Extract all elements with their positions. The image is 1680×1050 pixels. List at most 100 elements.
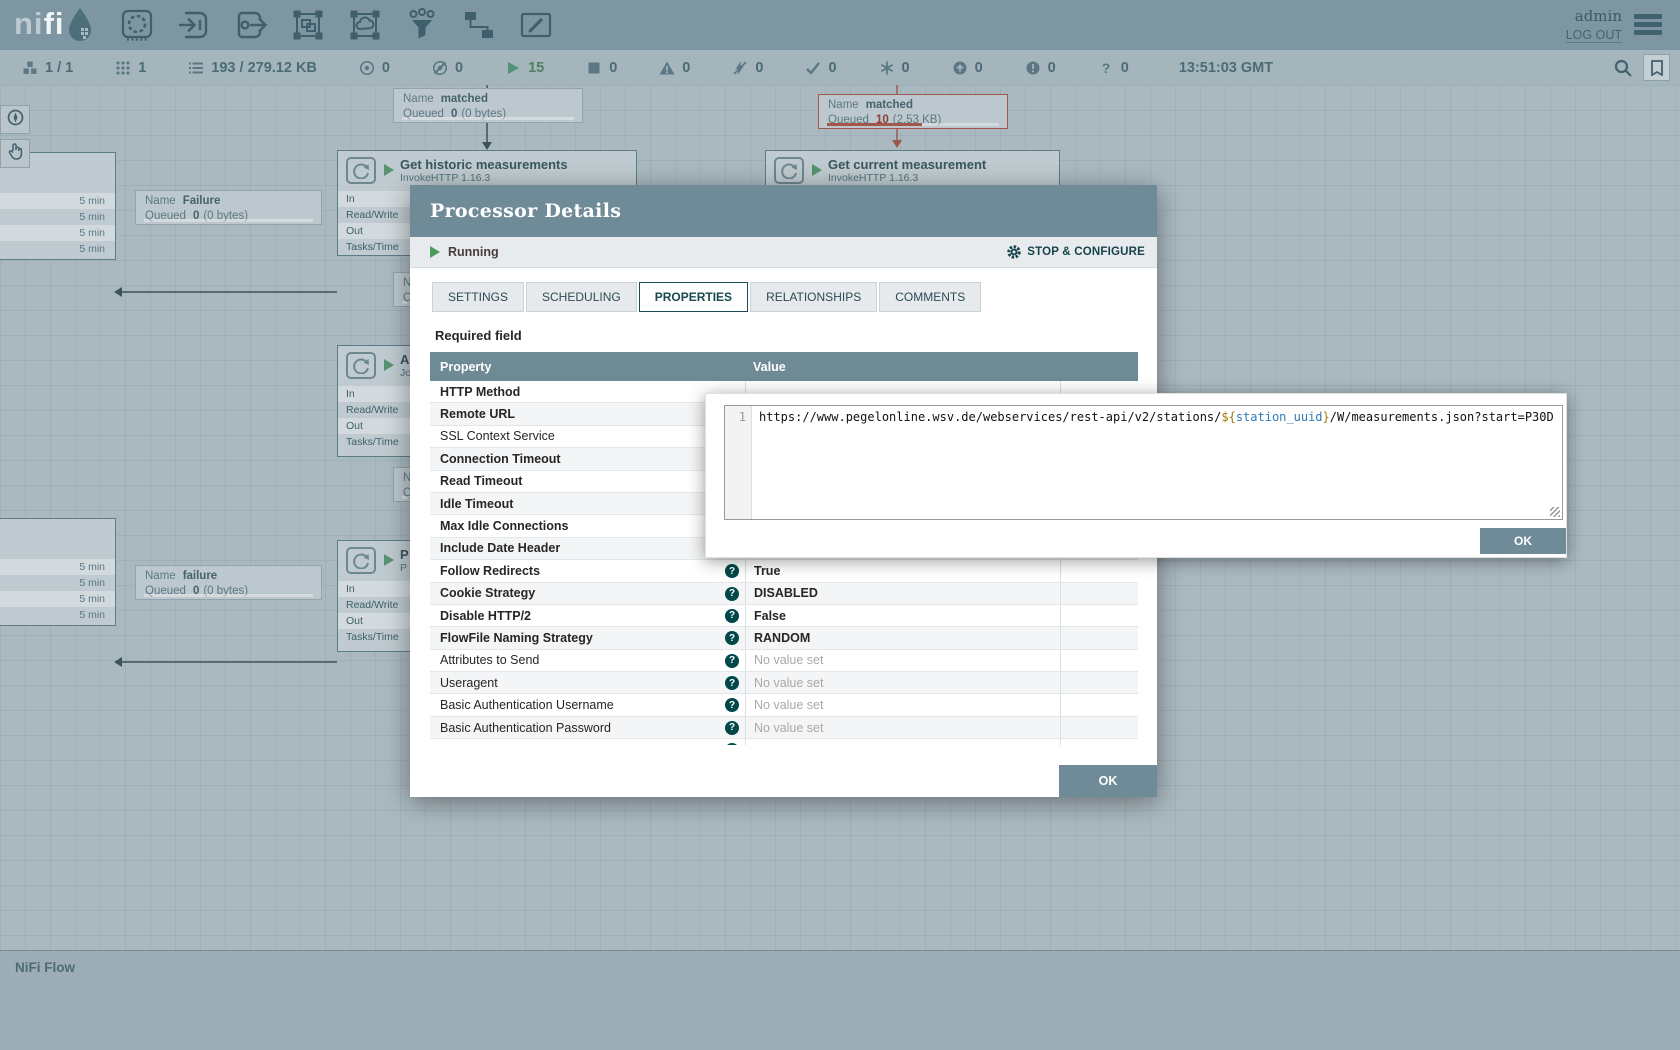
status-item-stopped-icon: 0	[586, 60, 617, 76]
tab-settings[interactable]: SETTINGS	[432, 282, 524, 312]
el-delimiter: ${	[1221, 410, 1235, 424]
process-group-icon[interactable]	[291, 8, 325, 42]
status-item-cubes-icon: 1 / 1	[22, 60, 73, 76]
output-port-icon[interactable]	[234, 8, 268, 42]
property-name: Useragent	[440, 676, 498, 690]
property-name: Remote URL	[440, 407, 515, 421]
property-name: Basic Authentication Password	[440, 721, 611, 735]
stat-label: Tasks/Time	[346, 631, 399, 643]
property-row[interactable]: Follow Redirects?True	[430, 560, 1138, 582]
svg-text:?: ?	[1101, 60, 1110, 76]
help-icon[interactable]: ?	[725, 698, 739, 712]
property-row[interactable]: FlowFile Naming Strategy?RANDOM	[430, 627, 1138, 649]
stop-and-configure-button[interactable]: STOP & CONFIGURE	[1006, 244, 1145, 260]
help-icon[interactable]: ?	[725, 721, 739, 735]
invalid-icon	[659, 60, 675, 76]
last-refresh: 13:51:03 GMT	[1171, 59, 1273, 77]
tab-scheduling[interactable]: SCHEDULING	[526, 282, 637, 312]
status-item-transmitting-icon: 0	[359, 60, 390, 76]
value-cell[interactable]: True	[745, 560, 1060, 581]
value-column-header: Value	[745, 360, 1060, 374]
name-label: Name	[145, 195, 176, 207]
global-menu-icon[interactable]	[1634, 14, 1662, 35]
value-cell[interactable]: False	[745, 605, 1060, 626]
stat-row: Read/Write5 min	[0, 575, 115, 591]
hand-pointer-button[interactable]	[0, 139, 30, 168]
stat-label: Read/Write	[346, 209, 398, 221]
property-cell: Disable HTTP/2?	[430, 605, 745, 626]
value-cell[interactable]: No value set	[745, 717, 1060, 738]
property-cell: ?	[430, 739, 745, 745]
logout-link[interactable]: LOG OUT	[1566, 28, 1622, 43]
tab-properties[interactable]: PROPERTIES	[639, 282, 748, 312]
help-icon[interactable]: ?	[725, 676, 739, 690]
cluster-grid-icon	[115, 60, 131, 76]
value-editor-content[interactable]: https://www.pegelonline.wsv.de/webservic…	[752, 406, 1562, 519]
status-item-queue-list-icon: 193 / 279.12 KB	[188, 60, 317, 76]
name-label: Name	[145, 570, 176, 582]
tab-relationships[interactable]: RELATIONSHIPS	[750, 282, 877, 312]
resize-handle[interactable]	[1550, 507, 1560, 517]
queue-list-icon	[188, 60, 204, 76]
property-cell: Attributes to Send?	[430, 650, 745, 671]
connection-label[interactable]: NamematchedQueued10(2.53 KB)	[818, 94, 1008, 129]
stat-label: Out	[346, 225, 363, 237]
help-icon[interactable]: ?	[725, 654, 739, 668]
property-row[interactable]: Basic Authentication Username?No value s…	[430, 694, 1138, 716]
remote-process-group-icon[interactable]	[348, 8, 382, 42]
run-indicator-icon	[384, 359, 394, 371]
help-icon[interactable]: ?	[725, 609, 739, 623]
value-cell[interactable]: No value set	[745, 672, 1060, 693]
help-icon[interactable]: ?	[725, 564, 739, 578]
stat-value: 5 min	[79, 211, 105, 223]
processor-partial[interactable]: In5 minRead/Write5 minOut5 minTasks/Time…	[0, 152, 116, 260]
status-value: 0	[382, 60, 390, 76]
processor-name: P	[400, 547, 409, 562]
invokehttp-icon	[774, 157, 804, 184]
connection-label[interactable]: NameFailureQueued0(0 bytes)	[135, 190, 322, 225]
connection-label[interactable]: NamefailureQueued0(0 bytes)	[135, 565, 322, 600]
name-value: matched	[441, 93, 488, 105]
component-palette	[120, 8, 553, 42]
breadcrumb[interactable]: NiFi Flow	[15, 960, 75, 975]
value-editor-textarea[interactable]: 1 https://www.pegelonline.wsv.de/webserv…	[724, 405, 1563, 520]
template-icon[interactable]	[462, 8, 496, 42]
value-cell[interactable]	[745, 739, 1060, 745]
status-item-up-to-date-icon: 0	[805, 60, 836, 76]
value-cell[interactable]: DISABLED	[745, 583, 1060, 604]
funnel-icon[interactable]	[405, 8, 439, 42]
property-row[interactable]: Disable HTTP/2?False	[430, 605, 1138, 627]
input-port-icon[interactable]	[177, 8, 211, 42]
property-name: SSL Context Service	[440, 429, 555, 443]
value-cell[interactable]: No value set	[745, 694, 1060, 715]
refresh-time: 13:51:03 GMT	[1179, 60, 1273, 76]
processor-partial[interactable]: In5 minRead/Write5 minOut5 minTasks/Time…	[0, 518, 116, 626]
property-row[interactable]: Basic Authentication Password? No value s…	[430, 717, 1138, 739]
help-icon[interactable]: ?	[725, 743, 739, 745]
connection-label[interactable]: NamematchedQueued0(0 bytes)	[393, 88, 583, 123]
compass-button[interactable]	[0, 105, 30, 134]
property-row[interactable]: Useragent? No value set	[430, 672, 1138, 694]
help-icon[interactable]: ?	[725, 631, 739, 645]
stat-value: 5 min	[79, 561, 105, 573]
transmitting-icon	[359, 60, 375, 76]
label-icon[interactable]	[519, 8, 553, 42]
property-row[interactable]: Attributes to Send?No value set	[430, 650, 1138, 672]
property-row[interactable]: Cookie Strategy?DISABLED	[430, 583, 1138, 605]
compass-icon	[7, 109, 24, 130]
property-row[interactable]: ?	[430, 739, 1138, 745]
bulletin-panel-button[interactable]	[1643, 54, 1670, 81]
extra-cell	[1060, 672, 1138, 693]
status-value: 0	[1121, 60, 1129, 76]
tab-comments[interactable]: COMMENTS	[879, 282, 981, 312]
value-cell[interactable]: No value set	[745, 650, 1060, 671]
stat-label: Tasks/Time	[346, 241, 399, 253]
status-value: 0	[455, 60, 463, 76]
status-item-locally-modified-stale-icon: 0	[1025, 60, 1056, 76]
dialog-ok-button[interactable]: OK	[1059, 765, 1157, 797]
editor-ok-button[interactable]: OK	[1480, 528, 1566, 554]
search-icon[interactable]	[1613, 58, 1633, 78]
processor-icon[interactable]	[120, 8, 154, 42]
help-icon[interactable]: ?	[725, 587, 739, 601]
value-cell[interactable]: RANDOM	[745, 627, 1060, 648]
